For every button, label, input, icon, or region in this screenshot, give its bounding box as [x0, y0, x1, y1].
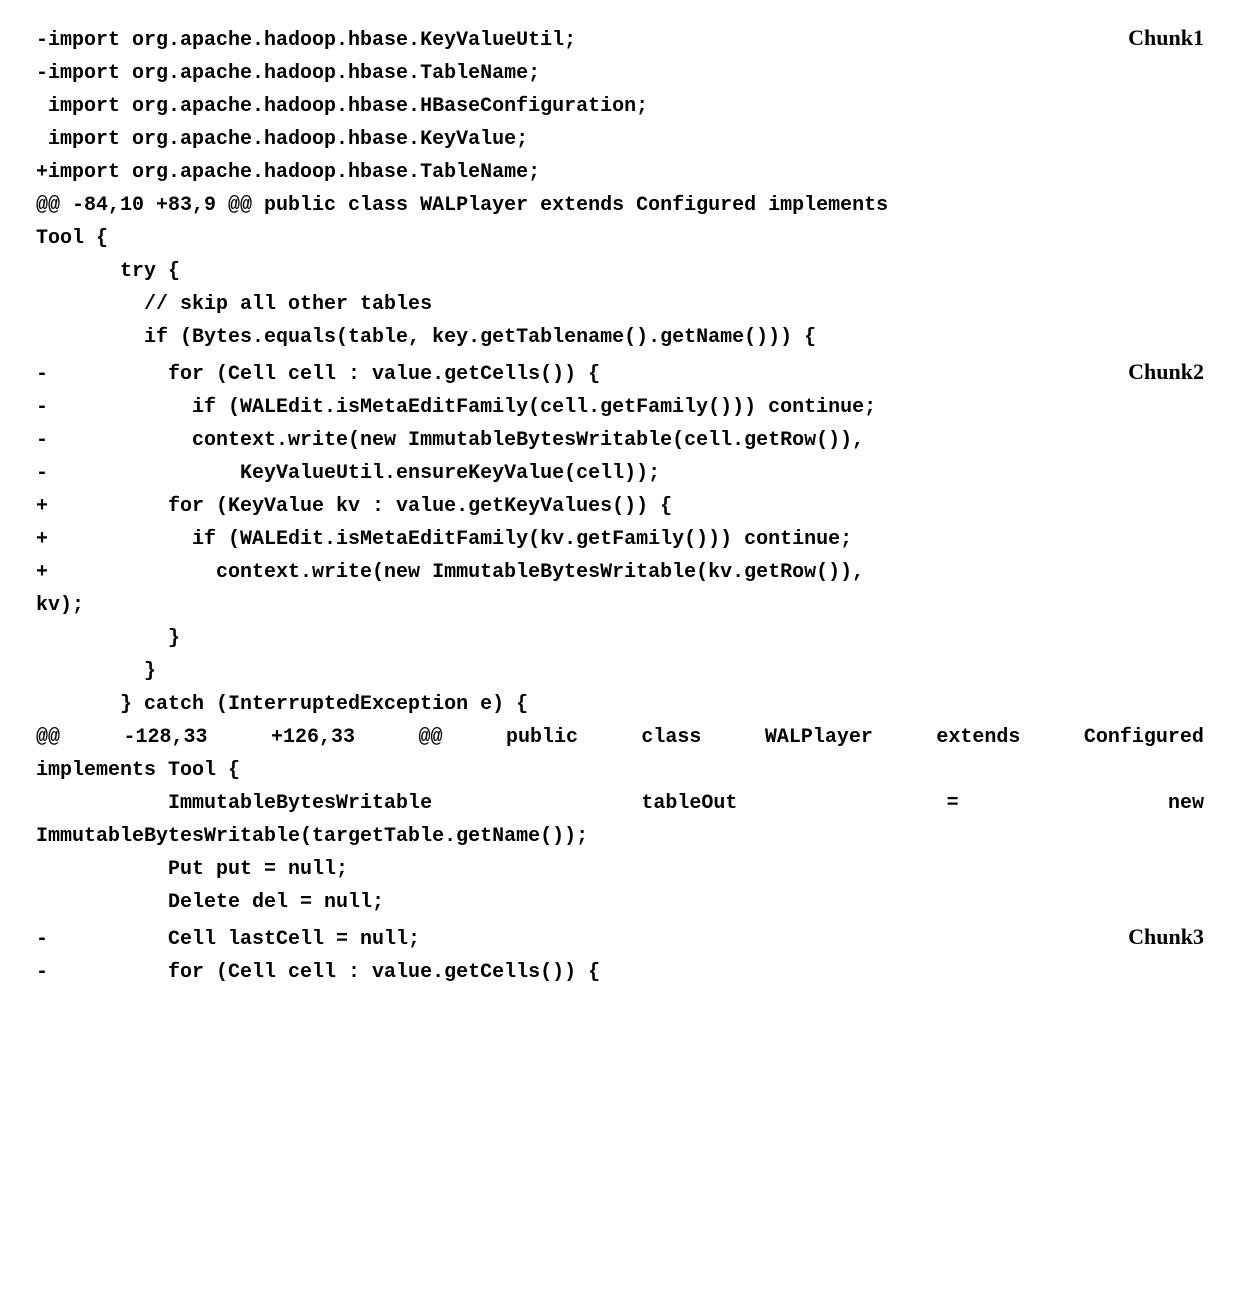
code-text: import org.apache.hadoop.hbase.KeyValue;	[36, 123, 528, 156]
diff-line: Tool {	[36, 222, 1204, 255]
code-text: WALPlayer	[765, 721, 873, 754]
code-text: =	[947, 787, 959, 820]
code-text: @@ -84,10 +83,9 @@ public class WALPlaye…	[36, 189, 888, 222]
code-text: import org.apache.hadoop.hbase.HBaseConf…	[36, 90, 648, 123]
diff-line: - for (Cell cell : value.getCells()) { C…	[36, 354, 1204, 391]
code-text: - for (Cell cell : value.getCells()) {	[36, 358, 600, 391]
code-text: -import org.apache.hadoop.hbase.KeyValue…	[36, 24, 576, 57]
diff-line: kv);	[36, 589, 1204, 622]
code-text: class	[641, 721, 701, 754]
hunk-header: @@ -84,10 +83,9 @@ public class WALPlaye…	[36, 189, 1204, 222]
diff-line: ImmutableBytesWritable(targetTable.getNa…	[36, 820, 1204, 853]
diff-line: }	[36, 622, 1204, 655]
code-text: }	[36, 622, 180, 655]
code-text: @@	[36, 721, 60, 754]
code-text: } catch (InterruptedException e) {	[36, 688, 528, 721]
chunk-label-1: Chunk1	[1112, 20, 1204, 56]
diff-line: // skip all other tables	[36, 288, 1204, 321]
hunk-header: @@ -128,33 +126,33 @@ public class WALPl…	[36, 721, 1204, 754]
code-text: Put put = null;	[36, 853, 348, 886]
diff-line: try {	[36, 255, 1204, 288]
code-text: + for (KeyValue kv : value.getKeyValues(…	[36, 490, 672, 523]
diff-line: + for (KeyValue kv : value.getKeyValues(…	[36, 490, 1204, 523]
code-text: if (Bytes.equals(table, key.getTablename…	[36, 321, 816, 354]
diff-line: - if (WALEdit.isMetaEditFamily(cell.getF…	[36, 391, 1204, 424]
code-text: extends	[936, 721, 1020, 754]
code-text: new	[1168, 787, 1204, 820]
code-text: Delete del = null;	[36, 886, 384, 919]
diff-line: + if (WALEdit.isMetaEditFamily(kv.getFam…	[36, 523, 1204, 556]
code-text: Tool {	[36, 222, 108, 255]
code-text: - if (WALEdit.isMetaEditFamily(cell.getF…	[36, 391, 876, 424]
diff-line: - Cell lastCell = null; Chunk3	[36, 919, 1204, 956]
diff-line: -import org.apache.hadoop.hbase.TableNam…	[36, 57, 1204, 90]
diff-line: import org.apache.hadoop.hbase.KeyValue;	[36, 123, 1204, 156]
code-text: + if (WALEdit.isMetaEditFamily(kv.getFam…	[36, 523, 852, 556]
diff-line: ImmutableBytesWritable tableOut = new	[36, 787, 1204, 820]
diff-line: +import org.apache.hadoop.hbase.TableNam…	[36, 156, 1204, 189]
diff-line: + context.write(new ImmutableBytesWritab…	[36, 556, 1204, 589]
code-text: - context.write(new ImmutableBytesWritab…	[36, 424, 864, 457]
code-text: ImmutableBytesWritable	[36, 787, 432, 820]
diff-line: } catch (InterruptedException e) {	[36, 688, 1204, 721]
code-text: - for (Cell cell : value.getCells()) {	[36, 956, 600, 989]
code-text: @@	[418, 721, 442, 754]
code-text: -128,33	[123, 721, 207, 754]
code-text: tableOut	[641, 787, 737, 820]
code-text: +import org.apache.hadoop.hbase.TableNam…	[36, 156, 540, 189]
diff-line: if (Bytes.equals(table, key.getTablename…	[36, 321, 1204, 354]
code-text: }	[36, 655, 156, 688]
code-text: try {	[36, 255, 180, 288]
code-text: public	[506, 721, 578, 754]
code-text: - KeyValueUtil.ensureKeyValue(cell));	[36, 457, 660, 490]
diff-line: import org.apache.hadoop.hbase.HBaseConf…	[36, 90, 1204, 123]
code-text: ImmutableBytesWritable(targetTable.getNa…	[36, 820, 588, 853]
diff-line: implements Tool {	[36, 754, 1204, 787]
code-text: - Cell lastCell = null;	[36, 923, 420, 956]
code-text: + context.write(new ImmutableBytesWritab…	[36, 556, 864, 589]
diff-line: - KeyValueUtil.ensureKeyValue(cell));	[36, 457, 1204, 490]
code-text: -import org.apache.hadoop.hbase.TableNam…	[36, 57, 540, 90]
diff-line: }	[36, 655, 1204, 688]
diff-line: - context.write(new ImmutableBytesWritab…	[36, 424, 1204, 457]
code-text: kv);	[36, 589, 84, 622]
chunk-label-2: Chunk2	[1112, 354, 1204, 390]
code-text: implements Tool {	[36, 754, 240, 787]
diff-line: Put put = null;	[36, 853, 1204, 886]
diff-line: -import org.apache.hadoop.hbase.KeyValue…	[36, 20, 1204, 57]
chunk-label-3: Chunk3	[1112, 919, 1204, 955]
diff-line: Delete del = null;	[36, 886, 1204, 919]
code-text: +126,33	[271, 721, 355, 754]
diff-line: - for (Cell cell : value.getCells()) {	[36, 956, 1204, 989]
code-text: Configured	[1084, 721, 1204, 754]
code-text: // skip all other tables	[36, 288, 432, 321]
